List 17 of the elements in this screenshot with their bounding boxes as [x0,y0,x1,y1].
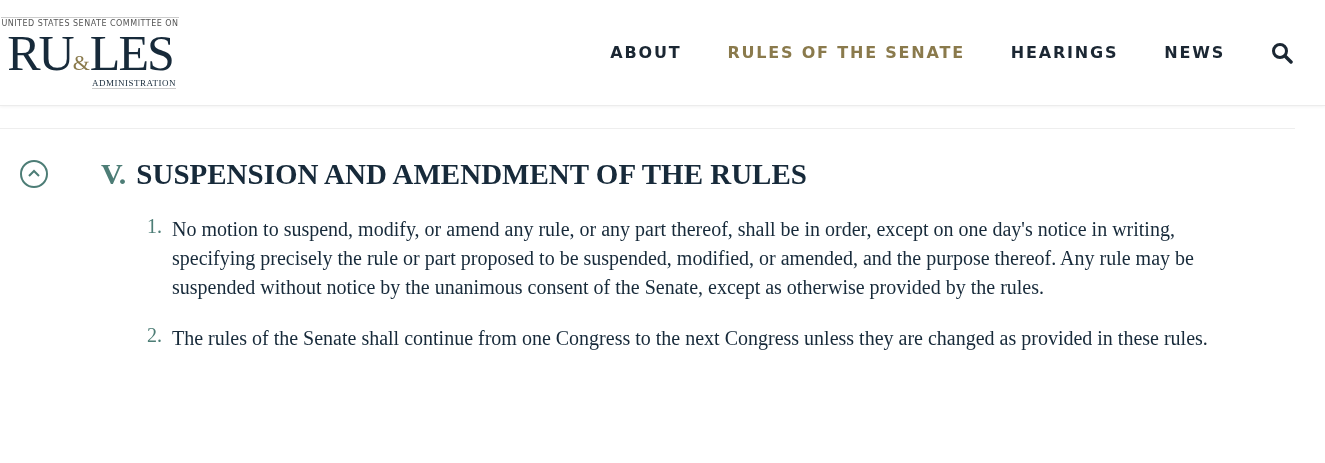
item-number: 2. [147,324,163,348]
nav-link[interactable]: RULES OF THE SENATE [727,43,965,62]
logo-ampersand: & [72,51,90,74]
rule-text: No motion to suspend, modify, or amend any rule, or any part thereof, shall be in order, except on one day's notice in writing, specifying precisely the rule or part proposed to be suspended, modified, or amended, and the purpose thereof. Any rule may be suspended without notice by the unanimous consent of the Senate, except as otherwise provided by the rules. [172,217,1195,301]
logo-tagline: UNITED STATES SENATE COMMITTEE ON [1,16,179,28]
nav-link[interactable]: HEARINGS [1010,43,1119,62]
collapse-icon[interactable] [19,159,49,189]
section-title: SUSPENSION AND AMENDMENT OF THE RULES [136,157,807,191]
logo-wordmark[interactable]: RU [7,27,73,78]
logo-subtitle: ADMINISTRATION [92,77,176,89]
nav-link[interactable]: ABOUT [610,43,682,62]
section-number: V. [101,157,127,191]
rule-text: The rules of the Senate shall continue from one Congress to the next Congress unless they are changed as provided in these rules. [172,326,1209,352]
nav-link[interactable]: NEWS [1164,43,1225,62]
logo-wordmark[interactable]: LES [89,27,173,78]
item-number: 1. [147,215,163,239]
search-icon[interactable] [1271,41,1293,64]
